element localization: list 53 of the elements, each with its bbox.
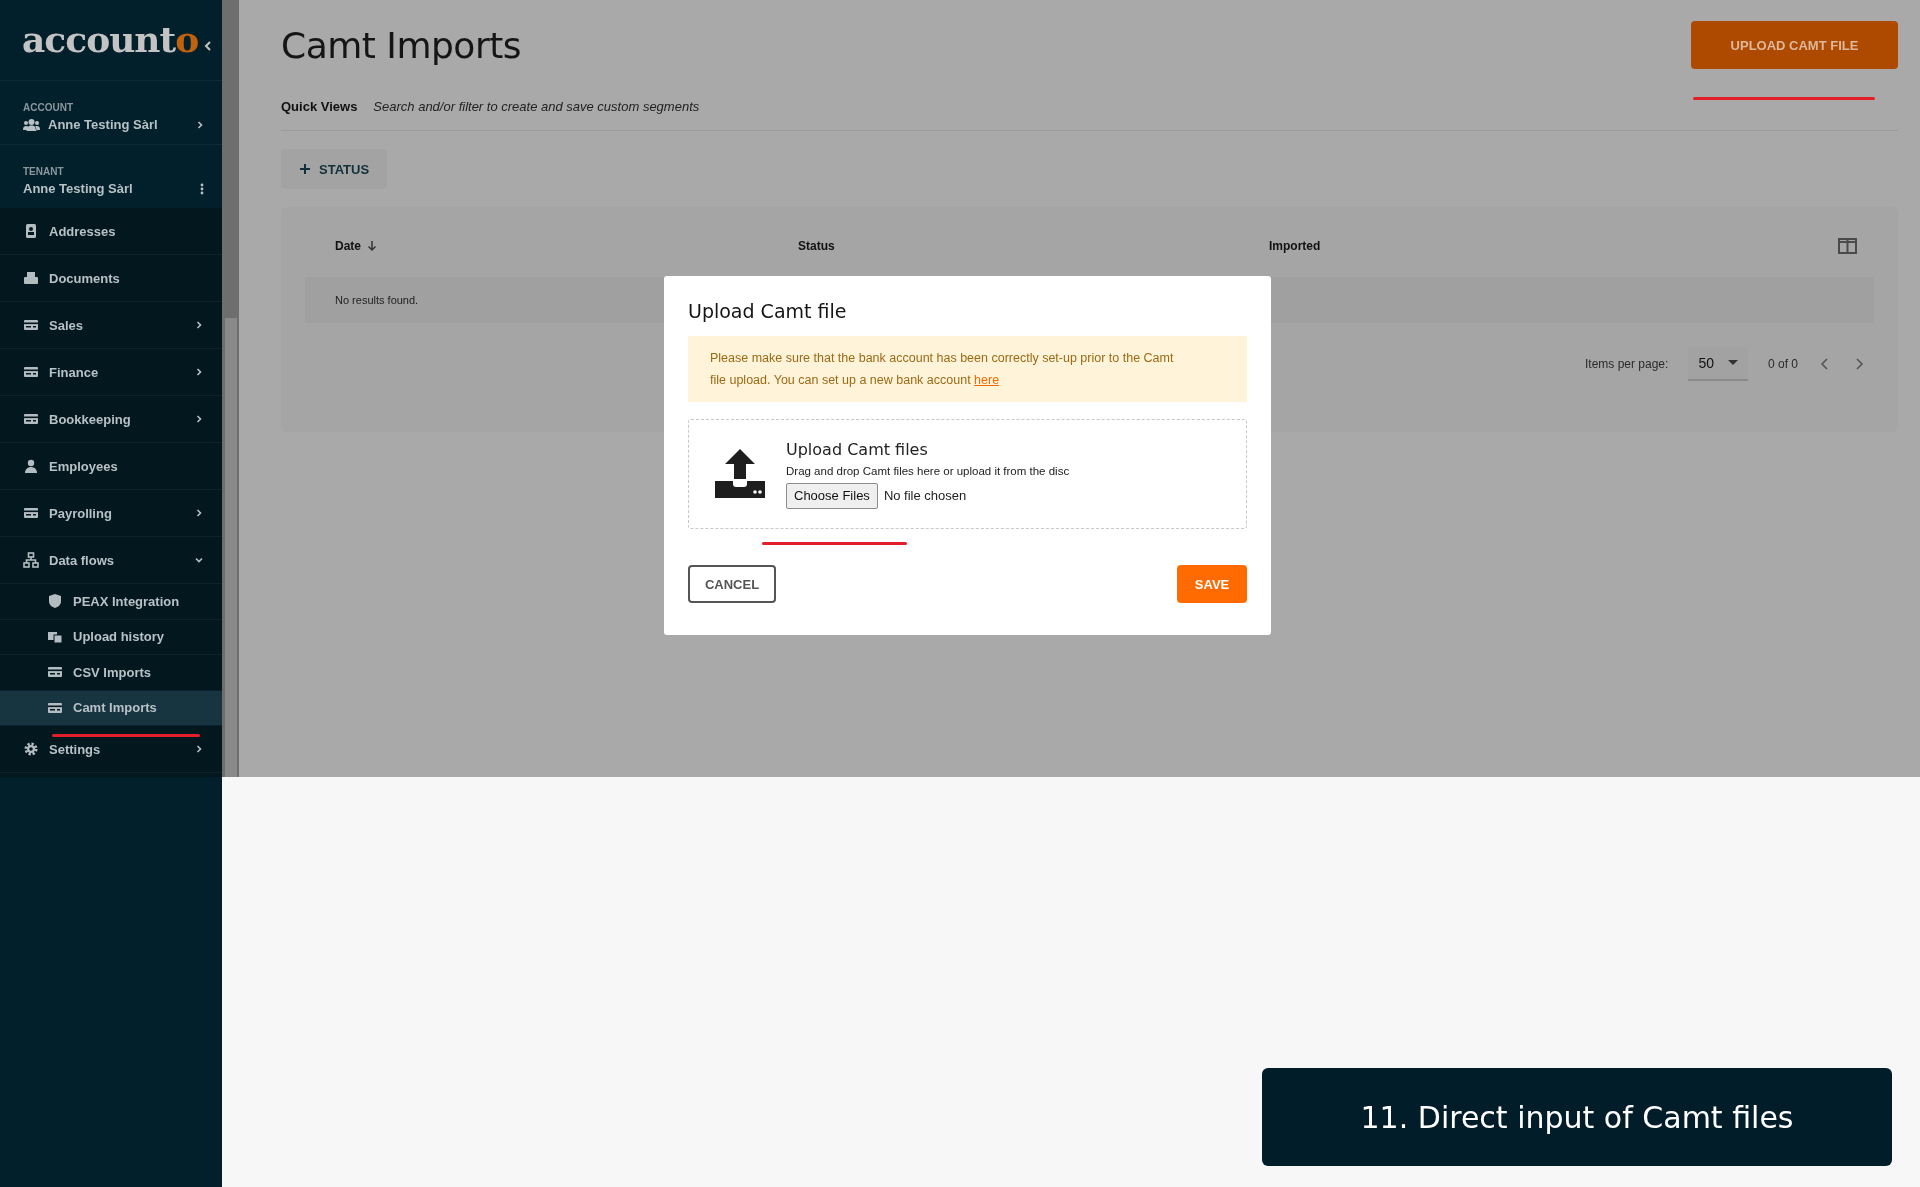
card-icon	[23, 317, 39, 333]
chevron-icon	[194, 508, 204, 518]
tenant-name: Anne Testing Sàrl	[23, 181, 134, 196]
sidebar-item[interactable]: CSV Imports	[0, 655, 222, 691]
column-header[interactable]: Status	[798, 239, 1269, 253]
section-label: TENANT	[23, 166, 65, 177]
page-title: Camt Imports	[281, 24, 522, 66]
choose-files-button[interactable]: Choose Files	[786, 482, 878, 509]
chevron-icon	[196, 119, 204, 130]
page-range: 0 of 0	[1767, 357, 1798, 371]
quick-views-label: Quick Views	[281, 99, 358, 114]
plus-icon	[299, 163, 311, 175]
dropzone-title: Upload Camt files	[786, 439, 929, 459]
printer-icon	[23, 270, 39, 286]
sort-arrow-icon	[367, 240, 377, 252]
section-label: ACCOUNT	[23, 102, 74, 113]
file-status: No file chosen	[883, 488, 967, 503]
network-icon	[23, 552, 39, 568]
gear-icon	[23, 741, 39, 757]
shield-icon	[47, 593, 63, 610]
address-card-icon	[23, 223, 39, 239]
chevron-icon	[194, 414, 204, 424]
card-icon	[23, 411, 39, 427]
empty-message: No results found.	[335, 294, 419, 306]
account-selector[interactable]: Anne Testing Sàrl	[23, 117, 204, 132]
caption-banner: 11. Direct input of Camt files	[1262, 1068, 1892, 1166]
person-icon	[23, 458, 39, 474]
dialog-title: Upload Camt file	[688, 300, 848, 322]
upload-icon	[714, 448, 766, 500]
logo: accounto	[22, 18, 199, 60]
chevron-icon	[194, 744, 204, 754]
dropzone-hint: Drag and drop Camt files here or upload it from the disc	[786, 464, 1070, 477]
column-header[interactable]: Imported	[1269, 239, 1838, 253]
caret-icon	[1727, 360, 1738, 366]
columns-icon[interactable]	[1838, 238, 1857, 254]
drop-zone[interactable]: Upload Camt files Drag and drop Camt files here or upload it from the disc Choose Files No file chosen	[688, 419, 1247, 529]
chevron-icon	[194, 367, 204, 377]
column-header[interactable]: Date	[335, 239, 798, 253]
cancel-button[interactable]: CANCEL	[688, 565, 776, 603]
items-per-page-label: Items per page:	[1585, 357, 1669, 371]
card-icon	[23, 364, 39, 380]
chevron-icon	[194, 320, 204, 330]
sidebar-item[interactable]: Upload history	[0, 619, 222, 655]
card-icon	[23, 505, 39, 521]
sidebar-item[interactable]: Camt Imports	[0, 690, 222, 726]
scrollbar[interactable]	[222, 0, 239, 777]
people-icon	[23, 118, 40, 131]
chevron-icon	[194, 555, 204, 565]
status-filter-button[interactable]: STATUS	[281, 149, 388, 189]
sidebar-item[interactable]: PEAX Integration	[0, 584, 222, 620]
more-icon[interactable]	[200, 182, 204, 195]
quick-views-hint: Search and/or filter to create and save custom segments	[373, 99, 700, 114]
warning-message: Please make sure that the bank account has been correctly set-up prior to the Camt file upload. You can set up a new bank account here	[688, 336, 1247, 402]
